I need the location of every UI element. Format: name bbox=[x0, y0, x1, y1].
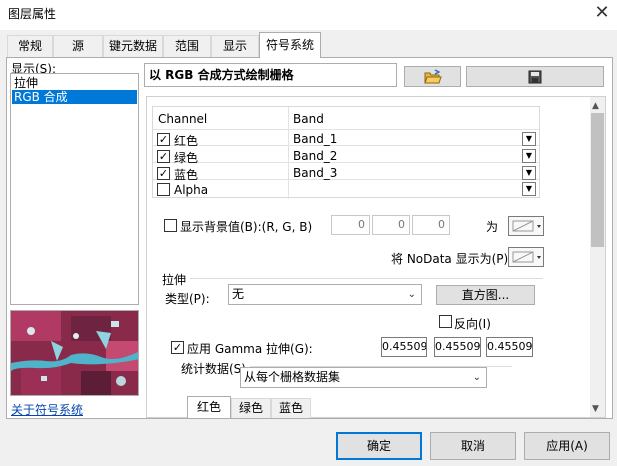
scroll-down-icon[interactable]: ▼ bbox=[592, 404, 599, 414]
stretch-group-title: 拉伸 bbox=[162, 273, 187, 287]
gamma-red-input[interactable]: 0.45509 bbox=[381, 337, 427, 357]
nodata-color-picker[interactable] bbox=[508, 247, 544, 267]
apply-button[interactable]: 应用(A) bbox=[524, 432, 610, 460]
band-dropdown-arrow[interactable]: ▼ bbox=[522, 132, 536, 146]
chevron-down-icon: ⌄ bbox=[472, 372, 481, 383]
tab-source[interactable]: 源 bbox=[53, 35, 103, 57]
channel-label: Alpha bbox=[174, 183, 209, 197]
nodata-label: 将 NoData 显示为(P) bbox=[391, 252, 509, 266]
background-b-input[interactable]: 0 bbox=[412, 215, 450, 235]
channel-label: 红色 bbox=[174, 134, 199, 148]
band-value: Band_1 bbox=[293, 132, 338, 146]
list-item-rgb-composite[interactable]: RGB 合成 bbox=[12, 90, 137, 104]
invert-checkbox[interactable] bbox=[439, 315, 452, 328]
channel-checkbox-alpha[interactable] bbox=[157, 183, 170, 196]
histogram-button[interactable]: 直方图... bbox=[436, 285, 535, 305]
column-header-band: Band bbox=[293, 112, 324, 126]
as-color-label: 为 bbox=[486, 220, 499, 234]
stretch-type-value: 无 bbox=[232, 287, 245, 301]
column-header-channel: Channel bbox=[158, 112, 208, 126]
channel-checkbox-red[interactable]: ✓ bbox=[157, 133, 170, 146]
background-r-input[interactable]: 0 bbox=[331, 215, 370, 235]
channel-label: 绿色 bbox=[174, 151, 199, 165]
apply-gamma-checkbox[interactable]: ✓ bbox=[171, 341, 184, 354]
channel-band-grid: Channel Band bbox=[152, 106, 540, 199]
tab-display[interactable]: 显示 bbox=[211, 35, 259, 57]
invert-label: 反向(I) bbox=[454, 317, 491, 331]
title-bar: 图层属性 ✕ bbox=[0, 0, 617, 30]
folder-open-icon bbox=[423, 69, 442, 84]
group-divider bbox=[190, 278, 543, 279]
renderer-list[interactable]: 拉伸 RGB 合成 bbox=[10, 73, 139, 305]
statistics-value: 从每个栅格数据集 bbox=[244, 370, 341, 384]
gamma-green-input[interactable]: 0.45509 bbox=[434, 337, 481, 357]
tab-key-metadata[interactable]: 键元数据 bbox=[103, 35, 163, 57]
raster-preview-image bbox=[10, 310, 139, 396]
about-symbology-link[interactable]: 关于符号系统 bbox=[11, 401, 83, 418]
tab-symbology[interactable]: 符号系统 bbox=[259, 32, 321, 58]
stretch-type-select[interactable]: 无 ⌄ bbox=[228, 284, 422, 305]
save-layer-file-button[interactable] bbox=[466, 66, 604, 87]
show-background-label: 显示背景值(B):(R, G, B) bbox=[180, 220, 313, 234]
band-value: Band_3 bbox=[293, 166, 338, 180]
list-item-stretch[interactable]: 拉伸 bbox=[12, 76, 137, 90]
save-disk-icon bbox=[528, 70, 542, 84]
stats-tab-red[interactable]: 红色 bbox=[187, 396, 231, 418]
apply-gamma-label: 应用 Gamma 拉伸(G): bbox=[187, 342, 313, 356]
band-value: Band_2 bbox=[293, 149, 338, 163]
channel-label: 蓝色 bbox=[174, 168, 199, 182]
close-button[interactable]: ✕ bbox=[590, 2, 614, 24]
band-dropdown-arrow[interactable]: ▼ bbox=[522, 182, 536, 196]
statistics-select[interactable]: 从每个栅格数据集 ⌄ bbox=[240, 367, 487, 388]
band-dropdown-arrow[interactable]: ▼ bbox=[522, 166, 536, 180]
cancel-button[interactable]: 取消 bbox=[430, 432, 516, 460]
background-color-picker[interactable] bbox=[508, 216, 544, 236]
show-background-checkbox[interactable] bbox=[164, 219, 177, 232]
chevron-down-icon: ⌄ bbox=[407, 289, 416, 300]
stats-tab-green[interactable]: 绿色 bbox=[231, 398, 271, 418]
close-icon: ✕ bbox=[594, 2, 610, 23]
band-dropdown-arrow[interactable]: ▼ bbox=[522, 149, 536, 163]
ok-button[interactable]: 确定 bbox=[336, 432, 422, 460]
channel-checkbox-blue[interactable]: ✓ bbox=[157, 167, 170, 180]
renderer-heading: 以 RGB 合成方式绘制栅格 bbox=[144, 63, 397, 87]
background-g-input[interactable]: 0 bbox=[372, 215, 410, 235]
stats-tab-blue[interactable]: 蓝色 bbox=[271, 398, 311, 418]
window-title: 图层属性 bbox=[8, 7, 57, 21]
scroll-up-icon[interactable]: ▲ bbox=[592, 101, 599, 111]
tab-extent[interactable]: 范围 bbox=[163, 35, 211, 57]
gamma-blue-input[interactable]: 0.45509 bbox=[486, 337, 533, 357]
stretch-type-label: 类型(P): bbox=[165, 292, 210, 306]
scrollbar-thumb[interactable] bbox=[591, 113, 604, 247]
statistics-label: 统计数据(S) bbox=[181, 362, 246, 376]
open-layer-file-button[interactable] bbox=[404, 66, 461, 87]
tab-general[interactable]: 常规 bbox=[7, 35, 53, 57]
channel-checkbox-green[interactable]: ✓ bbox=[157, 150, 170, 163]
